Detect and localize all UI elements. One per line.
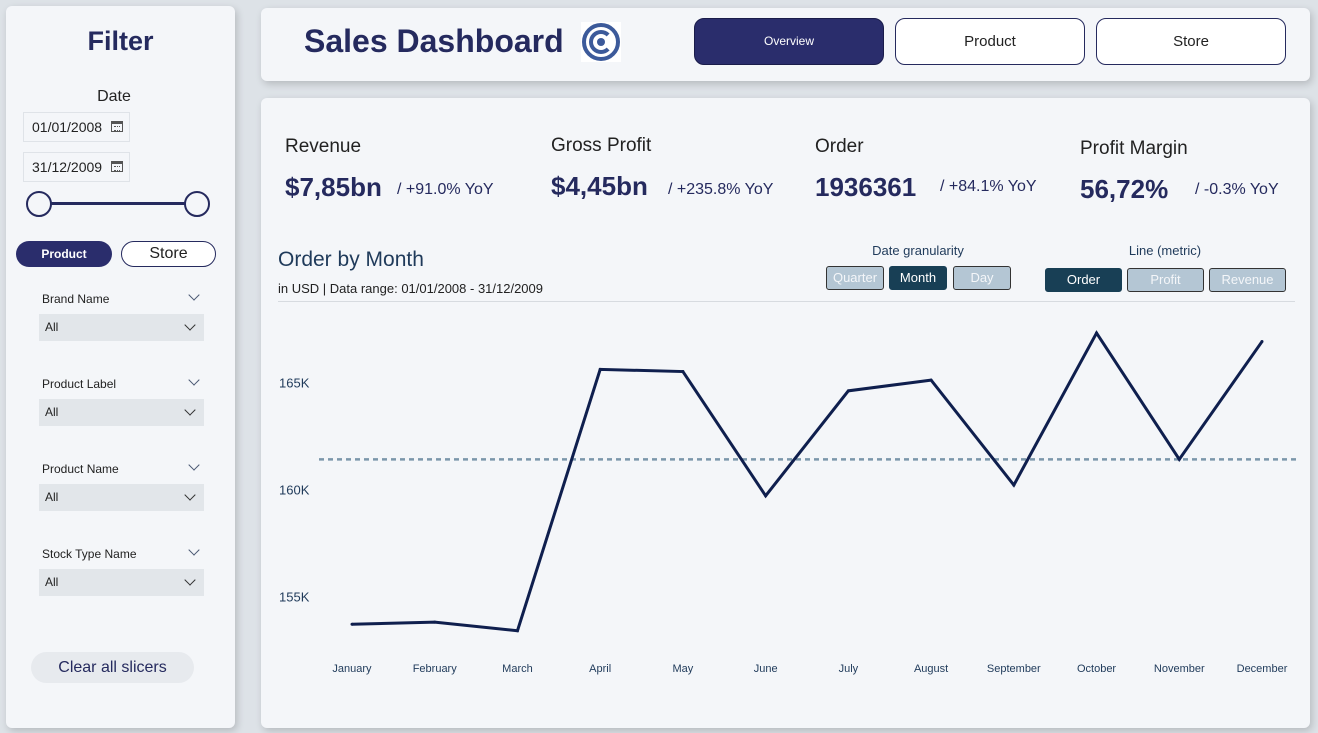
start-date-input[interactable]: 01/01/2008 (23, 112, 130, 142)
product-name-dropdown[interactable]: All (39, 484, 204, 511)
app-title: Sales Dashboard (304, 23, 564, 59)
product-label-value: All (45, 405, 59, 419)
chart-title: Order by Month (278, 248, 424, 271)
brand-name-dropdown[interactable]: All (39, 314, 204, 341)
chevron-down-icon (184, 574, 196, 586)
kpi-revenue-value: $7,85bn (285, 172, 382, 202)
product-name-label: Product Name (42, 462, 119, 476)
kpi-profit-margin-yoy: / -0.3% YoY (1195, 181, 1279, 198)
x-tick-label: March (502, 663, 533, 675)
header-panel: Sales Dashboard Overview Product Store (261, 8, 1310, 81)
chart-divider (278, 301, 1295, 302)
x-tick-label: December (1237, 663, 1288, 675)
granularity-day-button[interactable]: Day (953, 266, 1011, 290)
stock-type-name-label: Stock Type Name (42, 547, 137, 561)
granularity-month-button[interactable]: Month (889, 266, 947, 290)
clear-all-slicers-button[interactable]: Clear all slicers (31, 652, 194, 683)
order-series-line (351, 330, 1264, 633)
y-tick-label: 160K (279, 482, 310, 497)
metric-profit-button[interactable]: Profit (1127, 268, 1204, 292)
filter-panel: Filter Date 01/01/2008 31/12/2009 Produc… (6, 6, 235, 728)
product-toggle-button[interactable]: Product (16, 241, 112, 267)
x-tick-label: February (413, 663, 458, 675)
x-tick-label: October (1077, 663, 1116, 675)
date-granularity-title: Date granularity (872, 243, 964, 258)
x-tick-label: January (332, 663, 372, 675)
data-point (846, 389, 850, 393)
stock-type-name-value: All (45, 575, 59, 589)
logo-icon (581, 22, 621, 62)
product-name-value: All (45, 490, 59, 504)
date-range-slider-track[interactable] (39, 202, 197, 205)
data-point (433, 620, 437, 624)
nav-store-button[interactable]: Store (1096, 18, 1286, 65)
metric-order-button[interactable]: Order (1045, 268, 1122, 292)
data-point (764, 494, 768, 498)
nav-overview-button[interactable]: Overview (694, 18, 884, 65)
x-tick-label: August (914, 663, 948, 675)
y-tick-label: 165K (279, 375, 310, 390)
end-date-input[interactable]: 31/12/2009 (23, 152, 130, 182)
start-date-value: 01/01/2008 (32, 119, 103, 135)
calendar-icon[interactable] (111, 161, 123, 172)
order-by-month-chart: 155K 160K 165K January February March April May… (279, 330, 1296, 675)
y-tick-label: 155K (279, 589, 310, 604)
chevron-down-icon[interactable] (188, 374, 200, 386)
chevron-down-icon (184, 319, 196, 331)
data-point (515, 629, 519, 633)
data-point (350, 622, 354, 626)
kpi-order-value: 1936361 (815, 172, 917, 202)
metric-revenue-button[interactable]: Revenue (1209, 268, 1286, 292)
line-metric-title: Line (metric) (1128, 243, 1202, 258)
x-tick-label: May (673, 663, 694, 675)
product-label-label: Product Label (42, 377, 117, 391)
kpi-gross-profit-label: Gross Profit (551, 135, 652, 156)
brand-name-label: Brand Name (42, 292, 110, 306)
date-range-start-handle[interactable] (26, 191, 52, 217)
end-date-value: 31/12/2009 (32, 159, 103, 175)
data-point (681, 370, 685, 374)
kpi-gross-profit-value: $4,45bn (551, 171, 648, 201)
date-range-end-handle[interactable] (184, 191, 210, 217)
kpi-gross-profit-yoy: / +235.8% YoY (668, 181, 774, 198)
chevron-down-icon (184, 404, 196, 416)
filter-title: Filter (87, 26, 154, 56)
chevron-down-icon[interactable] (188, 544, 200, 556)
x-tick-label: April (589, 663, 611, 675)
chart-subtitle: in USD | Data range: 01/01/2008 - 31/12/… (278, 281, 544, 296)
date-label: Date (97, 88, 131, 105)
chevron-down-icon[interactable] (188, 289, 200, 301)
kpi-profit-margin-value: 56,72% (1080, 174, 1169, 204)
kpi-revenue-label: Revenue (285, 136, 362, 157)
x-tick-label: July (839, 663, 859, 675)
x-tick-label: September (987, 663, 1041, 675)
x-tick-label: June (754, 663, 778, 675)
kpi-order-label: Order (815, 136, 864, 157)
data-point (929, 378, 933, 382)
data-point (598, 367, 602, 371)
stock-type-name-dropdown[interactable]: All (39, 569, 204, 596)
kpi-profit-margin-label: Profit Margin (1080, 138, 1188, 159)
chevron-down-icon[interactable] (188, 459, 200, 471)
data-point (1177, 457, 1181, 461)
chevron-down-icon (184, 489, 196, 501)
nav-product-button[interactable]: Product (895, 18, 1085, 65)
data-point (1260, 340, 1264, 344)
calendar-icon[interactable] (111, 121, 123, 132)
store-toggle-button[interactable]: Store (121, 241, 216, 267)
x-tick-label: November (1154, 663, 1205, 675)
data-point (1095, 331, 1099, 335)
kpi-order-yoy: / +84.1% YoY (940, 178, 1037, 195)
kpi-revenue-yoy: / +91.0% YoY (397, 181, 494, 198)
granularity-quarter-button[interactable]: Quarter (826, 266, 884, 290)
brand-name-value: All (45, 320, 59, 334)
data-point (1012, 483, 1016, 487)
main-panel: Revenue $7,85bn / +91.0% YoY Gross Profi… (261, 98, 1310, 728)
product-label-dropdown[interactable]: All (39, 399, 204, 426)
